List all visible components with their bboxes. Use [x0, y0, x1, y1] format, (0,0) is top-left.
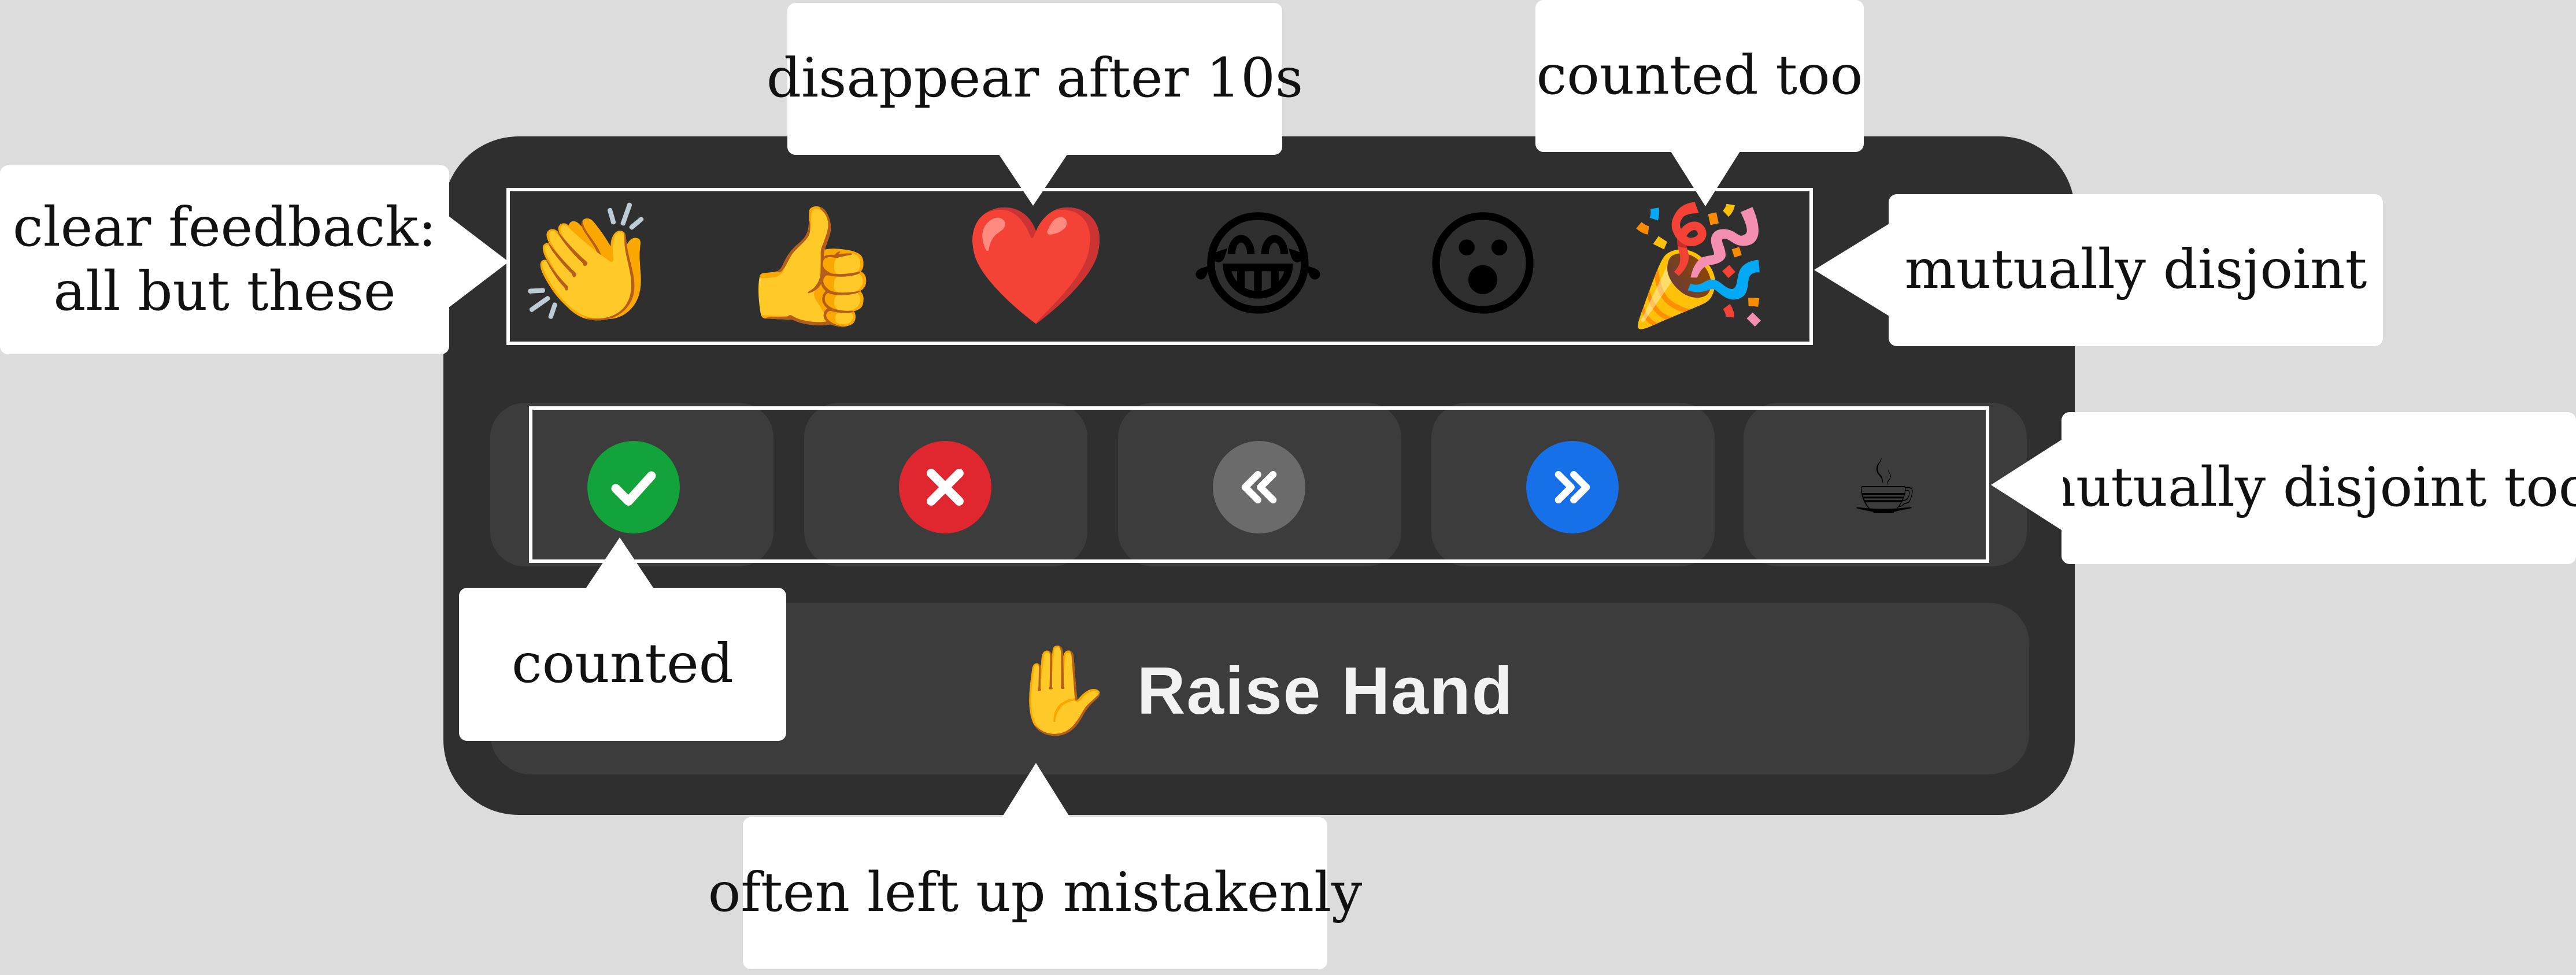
mutually-disjoint-too-pointer: [1991, 439, 2063, 531]
clear-feedback-pointer: [448, 216, 509, 308]
mutually-disjoint-pointer: [1814, 224, 1889, 316]
counted-too-callout: counted too: [1535, 0, 1864, 152]
often-left-up-pointer: [1001, 763, 1071, 818]
clear-feedback-line2: all but these: [53, 259, 396, 323]
counted-callout: counted: [459, 588, 786, 741]
surprised-face-reaction[interactable]: 😮: [1413, 188, 1552, 344]
often-left-up-callout: often left up mistakenly: [708, 817, 1362, 969]
tears-of-joy-reaction[interactable]: 😂: [1189, 188, 1327, 344]
mutually-disjoint-callout: mutually disjoint: [1889, 194, 2383, 346]
thumbs-up-reaction[interactable]: 👍: [738, 188, 882, 344]
disappear-pointer: [998, 154, 1068, 206]
counted-pointer: [585, 537, 654, 590]
status-row-outline: [529, 406, 1989, 563]
clear-feedback-line1: clear feedback:: [13, 195, 436, 259]
clapping-hands-reaction[interactable]: 👏: [517, 188, 661, 344]
raise-hand-label: Raise Hand: [1137, 653, 1514, 728]
party-popper-reaction[interactable]: 🎉: [1626, 188, 1770, 344]
clear-feedback-callout: clear feedback: all but these: [0, 165, 449, 354]
counted-too-pointer: [1671, 151, 1740, 206]
disappear-callout: disappear after 10s: [767, 3, 1303, 155]
heart-reaction[interactable]: ❤️: [964, 188, 1108, 344]
reactions-row-outline: [506, 188, 1813, 345]
raise-hand-content: ✋ Raise Hand: [1006, 636, 1514, 746]
mutually-disjoint-too-callout: mutually disjoint too!: [2024, 412, 2576, 564]
raised-hand-icon: ✋: [1006, 640, 1114, 741]
